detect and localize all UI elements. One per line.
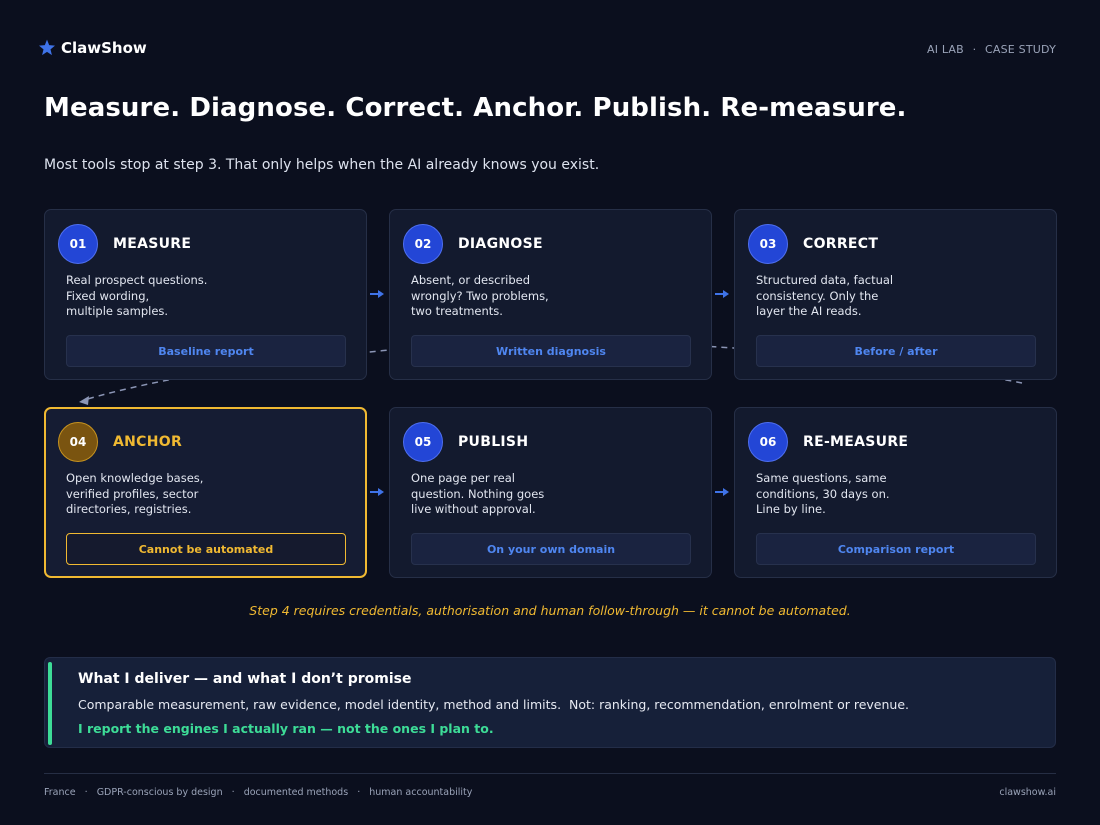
- step-card-publish: 05 PUBLISH One page per real question. N…: [389, 407, 712, 578]
- brand[interactable]: ClawShow: [37, 38, 147, 58]
- footer-separator: ·: [84, 787, 88, 798]
- step-title: ANCHOR: [113, 434, 183, 450]
- step-number: 05: [403, 422, 443, 462]
- step-description-line: directories, registries.: [66, 502, 192, 516]
- step-number: 03: [748, 224, 788, 264]
- step-description-line: wrongly? Two problems,: [411, 288, 549, 303]
- step-description-line: Open knowledge bases,: [66, 471, 204, 485]
- deliverable-pill-own-domain: On your own domain: [411, 533, 691, 565]
- step-description-line: Fixed wording,: [66, 288, 150, 303]
- step-description-line: two treatments.: [411, 304, 503, 318]
- deliver-body: Comparable measurement, raw evidence, mo…: [78, 697, 910, 712]
- step-description-line: verified profiles, sector: [66, 486, 199, 501]
- step-card-correct: 03 CORRECT Structured data, factual cons…: [734, 209, 1057, 380]
- step-title: MEASURE: [113, 236, 192, 252]
- step-description-line: Real prospect questions.: [66, 273, 208, 287]
- step-title: RE-MEASURE: [803, 434, 909, 450]
- deliverable-pill-cannot-be-automated: Cannot be automated: [66, 533, 346, 565]
- step-title: DIAGNOSE: [458, 236, 543, 252]
- step-card-re-measure: 06 RE-MEASURE Same questions, same condi…: [734, 407, 1057, 578]
- tagline-right: CASE STUDY: [985, 43, 1056, 56]
- step-description-line: live without approval.: [411, 502, 536, 516]
- arrow-right-icon: [715, 488, 729, 496]
- step-title: PUBLISH: [458, 434, 529, 450]
- arrow-right-icon: [715, 290, 729, 298]
- step-description: One page per real question. Nothing goes…: [411, 471, 671, 518]
- header: ClawShow AI LAB · CASE STUDY: [39, 36, 1056, 64]
- step-card-diagnose: 02 DIAGNOSE Absent, or described wrongly…: [389, 209, 712, 380]
- step-number: 06: [748, 422, 788, 462]
- step-description-line: One page per real: [411, 471, 515, 485]
- brand-name: ClawShow: [61, 39, 147, 57]
- deliverable-pill-before-after: Before / after: [756, 335, 1036, 367]
- step-description-line: consistency. Only the: [756, 288, 879, 303]
- arrow-right-icon: [370, 290, 384, 298]
- footer-separator: ·: [231, 787, 235, 798]
- page-subtitle: Most tools stop at step 3. That only hel…: [44, 157, 600, 173]
- step-description: Absent, or described wrongly? Two proble…: [411, 273, 671, 320]
- step-description: Structured data, factual consistency. On…: [756, 273, 1016, 320]
- footer-item: GDPR-conscious by design: [96, 787, 223, 798]
- tagline-separator: ·: [972, 43, 977, 56]
- footer-divider: [44, 773, 1056, 774]
- accent-bar: [48, 662, 52, 745]
- step-description: Real prospect questions. Fixed wording, …: [66, 273, 326, 320]
- tagline: AI LAB · CASE STUDY: [927, 43, 1056, 56]
- step-description-line: Absent, or described: [411, 273, 531, 287]
- loop-connector-arrowhead: [79, 396, 89, 405]
- deliver-panel: What I deliver — and what I don’t promis…: [44, 657, 1056, 748]
- step-card-anchor: 04 ANCHOR Open knowledge bases, verified…: [44, 407, 367, 578]
- footer-site-link[interactable]: clawshow.ai: [999, 787, 1056, 798]
- deliver-title: What I deliver — and what I don’t promis…: [78, 671, 412, 687]
- deliverable-pill-comparison-report: Comparison report: [756, 533, 1036, 565]
- footer-item: human accountability: [369, 787, 473, 798]
- deliver-emphasis: I report the engines I actually ran — no…: [78, 721, 494, 736]
- step-title: CORRECT: [803, 236, 879, 252]
- step-description-line: layer the AI reads.: [756, 304, 862, 318]
- step-number: 04: [58, 422, 98, 462]
- step-description-line: Line by line.: [756, 502, 826, 516]
- page-title: Measure. Diagnose. Correct. Anchor. Publ…: [44, 93, 907, 123]
- step-description: Same questions, same conditions, 30 days…: [756, 471, 1016, 518]
- step-description: Open knowledge bases, verified profiles,…: [66, 471, 326, 518]
- deliverable-pill-baseline-report: Baseline report: [66, 335, 346, 367]
- step-description-line: Structured data, factual: [756, 273, 894, 287]
- tagline-left: AI LAB: [926, 43, 964, 56]
- footer-separator: ·: [357, 787, 361, 798]
- step-number: 02: [403, 224, 443, 264]
- step-description-line: conditions, 30 days on.: [756, 486, 890, 501]
- footer-item: documented methods: [243, 787, 349, 798]
- step-description-line: multiple samples.: [66, 304, 169, 318]
- step-card-measure: 01 MEASURE Real prospect questions. Fixe…: [44, 209, 367, 380]
- deliverable-pill-written-diagnosis: Written diagnosis: [411, 335, 691, 367]
- step-description-line: Same questions, same: [756, 471, 887, 485]
- footer-meta: France · GDPR-conscious by design · docu…: [44, 787, 472, 798]
- step-description-line: question. Nothing goes: [411, 486, 545, 501]
- footer-item: France: [44, 787, 76, 798]
- automation-note: Step 4 requires credentials, authorisati…: [249, 603, 851, 618]
- arrow-right-icon: [370, 488, 384, 496]
- star-icon: [39, 39, 55, 56]
- step-number: 01: [58, 224, 98, 264]
